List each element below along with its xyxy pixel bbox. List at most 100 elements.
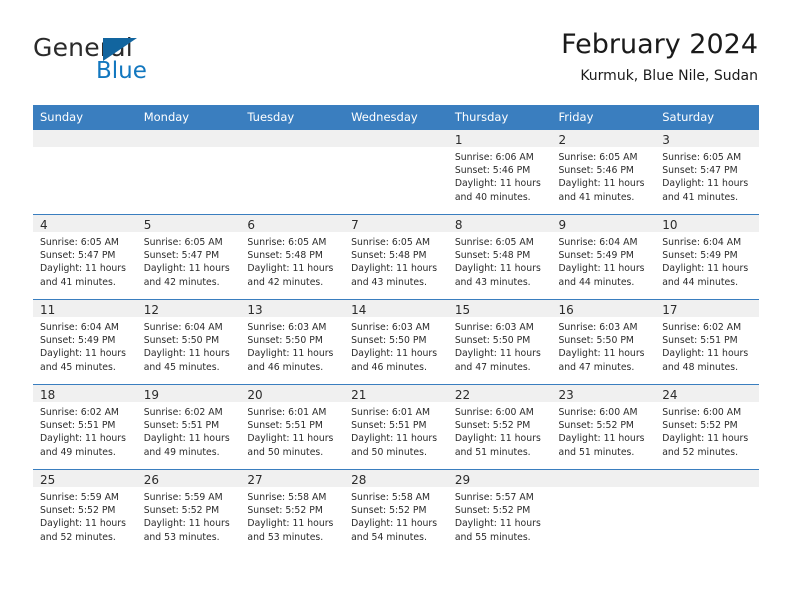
calendar-week-row: 11 Sunrise: 6:04 AM Sunset: 5:49 PM Dayligh…: [33, 299, 759, 385]
day-number: 18: [40, 388, 56, 402]
day-number: 20: [247, 388, 263, 402]
day-number-band: 29: [447, 470, 552, 487]
day-detail-line: Sunrise: 6:04 AM: [558, 237, 638, 248]
day-number-band: 11: [33, 300, 137, 317]
day-number: 19: [143, 388, 159, 402]
calendar-day-cell[interactable]: 24 Sunrise: 6:00 AM Sunset: 5:52 PM Dayligh…: [655, 384, 759, 470]
day-detail-line: Sunset: 5:47 PM: [40, 250, 116, 262]
day-detail-line: and 50 minutes.: [351, 446, 427, 458]
day-detail-line: and 47 minutes.: [558, 361, 635, 373]
day-number-band: 10: [655, 215, 759, 232]
day-detail-line: Sunset: 5:52 PM: [662, 420, 738, 432]
day-detail-line: Daylight: 11 hours: [143, 263, 230, 275]
calendar-day-cell[interactable]: 7 Sunrise: 6:05 AM Sunset: 5:48 PM Daylight…: [344, 214, 448, 300]
calendar-day-cell[interactable]: 12 Sunrise: 6:04 AM Sunset: 5:50 PM Dayligh…: [136, 299, 241, 385]
calendar-day-cell[interactable]: 16 Sunrise: 6:03 AM Sunset: 5:50 PM Dayligh…: [551, 299, 656, 385]
day-detail-line: Sunrise: 6:02 AM: [662, 322, 742, 333]
day-number-band: [240, 130, 345, 147]
day-cell-details: Sunrise: 6:05 AM Sunset: 5:47 PM Daylight:…: [33, 232, 137, 289]
day-number: 25: [40, 473, 56, 487]
day-detail-line: Sunrise: 6:01 AM: [247, 407, 327, 418]
day-detail-line: Daylight: 11 hours: [40, 433, 126, 445]
day-detail-line: Daylight: 11 hours: [40, 518, 126, 530]
day-detail-line: Sunrise: 6:01 AM: [351, 407, 431, 418]
calendar-day-cell[interactable]: 13 Sunrise: 6:03 AM Sunset: 5:50 PM Dayligh…: [240, 299, 345, 385]
day-detail-line: Sunrise: 6:04 AM: [40, 322, 119, 333]
calendar-day-cell[interactable]: 15 Sunrise: 6:03 AM Sunset: 5:50 PM Dayligh…: [447, 299, 552, 385]
day-cell-details: Sunrise: 5:58 AM Sunset: 5:52 PM Daylight:…: [240, 487, 344, 544]
day-detail-line: Sunset: 5:47 PM: [662, 165, 738, 177]
day-detail-line: Sunset: 5:48 PM: [247, 250, 323, 262]
calendar-day-cell[interactable]: 19 Sunrise: 6:02 AM Sunset: 5:51 PM Dayligh…: [136, 384, 241, 470]
day-cell-details: Sunrise: 6:00 AM Sunset: 5:52 PM Daylight:…: [655, 402, 759, 459]
calendar-day-cell[interactable]: 29 Sunrise: 5:57 AM Sunset: 5:52 PM Dayligh…: [447, 469, 552, 554]
weekday-header-tuesday: Tuesday: [240, 105, 345, 130]
calendar-day-cell[interactable]: 26 Sunrise: 5:59 AM Sunset: 5:52 PM Dayligh…: [136, 469, 241, 554]
calendar-day-cell[interactable]: 23 Sunrise: 6:00 AM Sunset: 5:52 PM Dayligh…: [551, 384, 656, 470]
day-detail-line: Sunset: 5:51 PM: [40, 420, 116, 432]
calendar-day-cell[interactable]: 9 Sunrise: 6:04 AM Sunset: 5:49 PM Daylight…: [551, 214, 656, 300]
day-detail-line: Sunrise: 6:02 AM: [40, 407, 119, 418]
calendar-day-cell[interactable]: 6 Sunrise: 6:05 AM Sunset: 5:48 PM Daylight…: [240, 214, 345, 300]
calendar-day-cell[interactable]: 21 Sunrise: 6:01 AM Sunset: 5:51 PM Dayligh…: [344, 384, 448, 470]
day-detail-line: Daylight: 11 hours: [662, 178, 749, 190]
day-detail-line: and 46 minutes.: [351, 361, 427, 373]
calendar-day-cell[interactable]: 5 Sunrise: 6:05 AM Sunset: 5:47 PM Daylight…: [136, 214, 241, 300]
day-number-band: 5: [136, 215, 241, 232]
day-detail-line: Daylight: 11 hours: [351, 263, 438, 275]
day-detail-line: and 54 minutes.: [351, 531, 427, 543]
day-detail-line: Sunset: 5:50 PM: [351, 335, 427, 347]
calendar-header-row: Sunday Monday Tuesday Wednesday Thursday Frid…: [33, 105, 759, 130]
day-number: 4: [40, 218, 48, 232]
day-detail-line: and 41 minutes.: [662, 191, 739, 203]
day-number: 29: [454, 473, 471, 487]
day-detail-line: Sunrise: 6:03 AM: [558, 322, 638, 333]
calendar-day-cell[interactable]: 22 Sunrise: 6:00 AM Sunset: 5:52 PM Dayligh…: [447, 384, 552, 470]
calendar-day-cell-empty: [136, 129, 241, 215]
day-detail-line: Daylight: 11 hours: [143, 518, 230, 530]
day-detail-line: Sunrise: 6:03 AM: [351, 322, 431, 333]
day-number: 21: [351, 388, 367, 402]
day-number-band: [33, 130, 137, 147]
day-detail-line: Sunset: 5:47 PM: [143, 250, 220, 262]
weekday-header-sunday: Sunday: [33, 105, 137, 130]
day-cell-details: Sunrise: 6:03 AM Sunset: 5:50 PM Daylight:…: [240, 317, 344, 374]
calendar-day-cell[interactable]: 17 Sunrise: 6:02 AM Sunset: 5:51 PM Dayligh…: [655, 299, 759, 385]
calendar-day-cell-empty: [33, 129, 137, 215]
day-number-band: 14: [344, 300, 448, 317]
calendar-day-cell[interactable]: 25 Sunrise: 5:59 AM Sunset: 5:52 PM Dayligh…: [33, 469, 137, 554]
day-number: 3: [662, 133, 670, 147]
day-cell-details: Sunrise: 5:57 AM Sunset: 5:52 PM Daylight:…: [448, 487, 552, 544]
calendar-day-cell[interactable]: 18 Sunrise: 6:02 AM Sunset: 5:51 PM Dayligh…: [33, 384, 137, 470]
day-detail-line: Sunrise: 5:58 AM: [351, 492, 431, 503]
day-detail-line: Daylight: 11 hours: [558, 348, 645, 360]
calendar-day-cell[interactable]: 3 Sunrise: 6:05 AM Sunset: 5:47 PM Daylight…: [655, 129, 759, 215]
calendar-day-cell[interactable]: 14 Sunrise: 6:03 AM Sunset: 5:50 PM Dayligh…: [344, 299, 448, 385]
calendar-day-cell[interactable]: 11 Sunrise: 6:04 AM Sunset: 5:49 PM Dayligh…: [33, 299, 137, 385]
day-detail-line: Sunset: 5:50 PM: [247, 335, 323, 347]
calendar-day-cell[interactable]: 27 Sunrise: 5:58 AM Sunset: 5:52 PM Dayligh…: [240, 469, 345, 554]
calendar-day-cell[interactable]: 28 Sunrise: 5:58 AM Sunset: 5:52 PM Dayligh…: [344, 469, 448, 554]
day-number: 15: [454, 303, 471, 317]
day-detail-line: Daylight: 11 hours: [40, 348, 126, 360]
calendar-day-cell[interactable]: 2 Sunrise: 6:05 AM Sunset: 5:46 PM Daylight…: [551, 129, 656, 215]
calendar-day-cell[interactable]: 8 Sunrise: 6:05 AM Sunset: 5:48 PM Daylight…: [447, 214, 552, 300]
day-cell-details: [552, 487, 656, 491]
page-header: General Blue February 2024 Kurmuk, Blue …: [33, 28, 758, 98]
day-cell-details: Sunrise: 6:00 AM Sunset: 5:52 PM Daylight:…: [448, 402, 552, 459]
day-detail-line: Daylight: 11 hours: [454, 518, 541, 530]
day-cell-details: Sunrise: 5:59 AM Sunset: 5:52 PM Daylight:…: [33, 487, 137, 544]
calendar-week-row: 4 Sunrise: 6:05 AM Sunset: 5:47 PM Daylight…: [33, 214, 759, 300]
day-number-band: 4: [33, 215, 137, 232]
day-cell-details: Sunrise: 5:58 AM Sunset: 5:52 PM Daylight:…: [344, 487, 448, 544]
calendar-day-cell[interactable]: 10 Sunrise: 6:04 AM Sunset: 5:49 PM Dayligh…: [655, 214, 759, 300]
day-cell-details: Sunrise: 6:02 AM Sunset: 5:51 PM Daylight:…: [137, 402, 241, 459]
calendar-day-cell[interactable]: 4 Sunrise: 6:05 AM Sunset: 5:47 PM Daylight…: [33, 214, 137, 300]
calendar-day-cell[interactable]: 20 Sunrise: 6:01 AM Sunset: 5:51 PM Dayligh…: [240, 384, 345, 470]
day-cell-details: Sunrise: 6:05 AM Sunset: 5:46 PM Daylight:…: [552, 147, 656, 204]
day-detail-line: and 49 minutes.: [143, 446, 220, 458]
day-number-band: [551, 470, 656, 487]
weekday-header-thursday: Thursday: [447, 105, 552, 130]
calendar-day-cell[interactable]: 1 Sunrise: 6:06 AM Sunset: 5:46 PM Daylight…: [447, 129, 552, 215]
day-detail-line: Sunset: 5:52 PM: [558, 420, 634, 432]
